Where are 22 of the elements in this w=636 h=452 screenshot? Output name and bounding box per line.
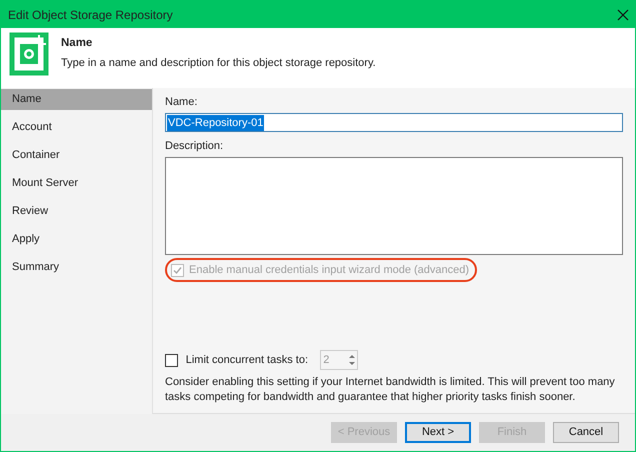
checkbox[interactable] — [165, 354, 178, 366]
wizard-step[interactable]: Mount Server — [1, 173, 152, 194]
checkbox-label: Enable manual credentials input wizard mode (advanced) — [189, 262, 470, 278]
step-description: Type in a name and description for this object storage repository. — [61, 56, 376, 71]
step-title: Name — [61, 36, 94, 51]
close-icon[interactable] — [617, 8, 629, 20]
wizard-step[interactable]: Summary — [1, 257, 152, 278]
wizard-button[interactable]: Cancel — [553, 422, 619, 443]
storage-logo-icon — [9, 32, 49, 76]
wizard-step[interactable]: Review — [1, 201, 152, 222]
hint-text: Consider enabling this setting if your Internet bandwidth is limited. This will prevent too many tasks competing for bandwidth and guarantee that higher priority tasks finish sooner. — [165, 375, 616, 405]
field-label: Description: — [165, 138, 224, 154]
description-field[interactable] — [165, 157, 623, 255]
wizard-step[interactable]: Name — [1, 89, 152, 110]
wizard-button[interactable]: Next > — [405, 422, 471, 443]
window-title: Edit Object Storage Repository — [8, 6, 173, 24]
wizard-step[interactable]: Container — [1, 145, 152, 166]
wizard-step[interactable]: Account — [1, 117, 152, 138]
field-label: Name: — [165, 95, 198, 110]
checkbox-label: Limit concurrent tasks to: — [186, 352, 308, 368]
name-field[interactable]: VDC-Repository-01 — [165, 113, 623, 132]
wizard-step[interactable]: Apply — [1, 229, 152, 250]
